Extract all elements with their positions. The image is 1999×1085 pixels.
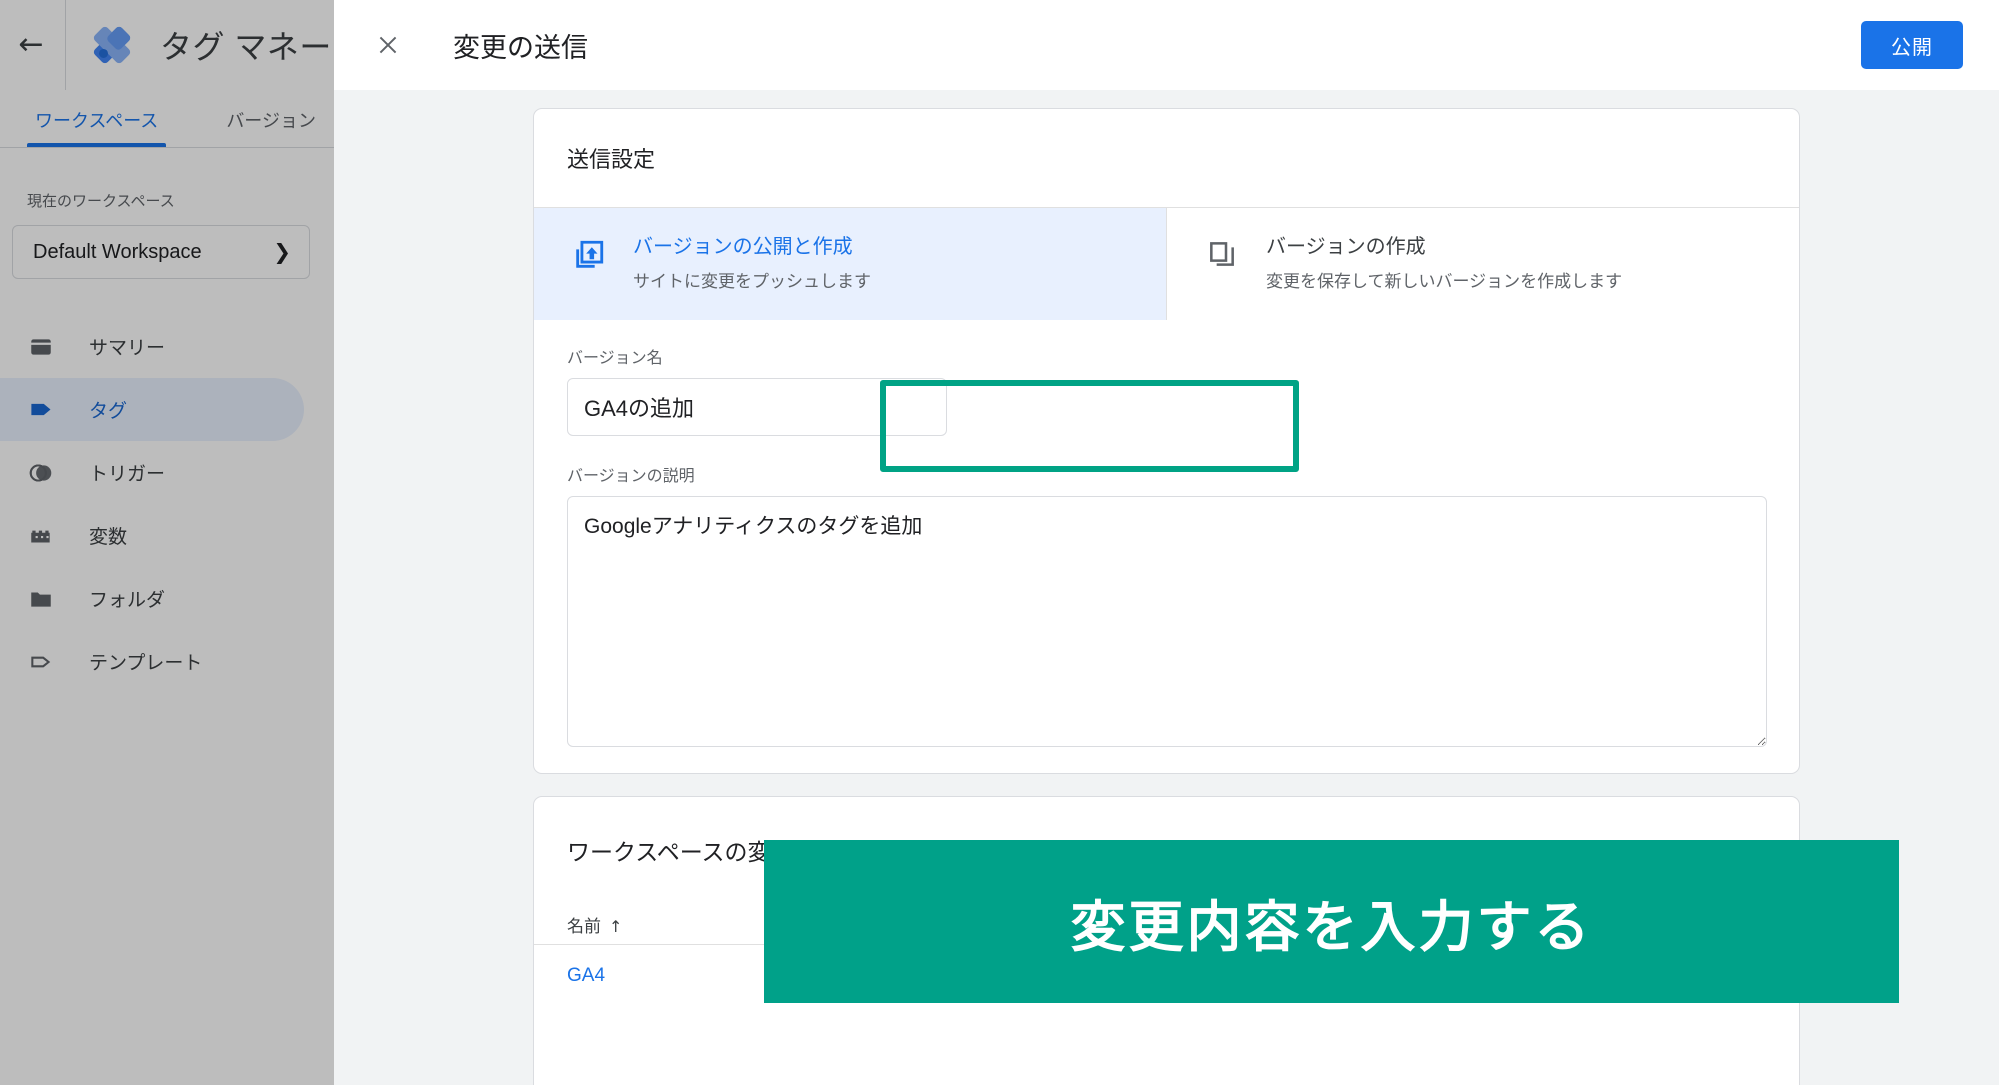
- sidebar-item-triggers-label: トリガー: [89, 464, 166, 485]
- dialog-title: 変更の送信: [453, 32, 588, 63]
- version-description-field-block: バージョンの説明: [534, 436, 1799, 752]
- sidebar-item-tags-label: タグ: [89, 401, 128, 422]
- tag-icon: [28, 395, 62, 425]
- option-publish-and-create-version[interactable]: バージョンの公開と作成 サイトに変更をプッシュします: [534, 208, 1166, 320]
- publish-icon: [567, 234, 611, 272]
- workspace-name: Default Workspace: [33, 240, 202, 263]
- current-workspace-label: 現在のワークスペース: [27, 193, 175, 210]
- option-create-text: バージョンの作成 変更を保存して新しいバージョンを作成します: [1266, 234, 1622, 292]
- sidebar-item-tags[interactable]: タグ: [0, 378, 304, 441]
- back-button[interactable]: ←: [7, 30, 55, 60]
- instruction-banner: 変更内容を入力する: [764, 840, 1899, 1003]
- option-publish-desc: サイトに変更をプッシュします: [633, 272, 871, 291]
- sort-ascending-icon: ↑: [609, 917, 623, 936]
- publish-button[interactable]: 公開: [1861, 21, 1963, 69]
- dialog-body: 送信設定 バージョンの公開と作成 サイトに変更をプッシュします バージョンの作成…: [334, 90, 1999, 1085]
- option-create-name: バージョンの作成: [1266, 236, 1426, 258]
- template-icon: [28, 647, 62, 677]
- version-name-input[interactable]: [567, 378, 947, 436]
- sidebar-item-variables-label: 変数: [89, 527, 128, 548]
- trigger-icon: [28, 458, 62, 488]
- variable-icon: [28, 521, 62, 551]
- sidebar-item-templates-label: テンプレート: [89, 653, 203, 674]
- instruction-banner-text: 変更内容を入力する: [1070, 894, 1593, 959]
- chevron-right-icon: ❯: [273, 240, 291, 264]
- version-description-textarea[interactable]: [567, 496, 1767, 747]
- back-arrow-icon: ←: [18, 27, 44, 62]
- submission-config-title: 送信設定: [567, 147, 656, 172]
- copy-icon: [1200, 234, 1244, 270]
- tab-workspace[interactable]: ワークスペース: [27, 107, 167, 147]
- tab-versions[interactable]: バージョン: [218, 107, 324, 147]
- version-description-label: バージョンの説明: [567, 468, 695, 485]
- version-name-field-block: バージョン名: [534, 320, 1799, 436]
- tab-versions-label: バージョン: [226, 111, 316, 131]
- tab-workspace-label: ワークスペース: [35, 111, 159, 131]
- sidebar-item-triggers[interactable]: トリガー: [0, 441, 304, 504]
- submission-option-group: バージョンの公開と作成 サイトに変更をプッシュします バージョンの作成 変更を保…: [534, 207, 1799, 320]
- sidebar-item-templates[interactable]: テンプレート: [0, 630, 304, 693]
- topbar-divider: [65, 0, 66, 90]
- summary-icon: [28, 332, 62, 362]
- option-create-desc: 変更を保存して新しいバージョンを作成します: [1266, 272, 1623, 291]
- sidebar: 現在のワークスペース Default Workspace ❯ サマリー タグ ト…: [0, 148, 340, 1085]
- dialog-header: 変更の送信 公開: [334, 0, 1999, 90]
- version-name-label: バージョン名: [567, 350, 663, 367]
- google-tag-manager-logo: [86, 19, 138, 71]
- screenshot-root: ← タグ マネージャー ワークスペース バージョン 現在のワークスペース Def…: [0, 0, 1999, 1085]
- sidebar-item-variables[interactable]: 変数: [0, 504, 304, 567]
- sidebar-item-summary[interactable]: サマリー: [0, 315, 304, 378]
- option-publish-name: バージョンの公開と作成: [633, 236, 853, 258]
- sidebar-item-folders[interactable]: フォルダ: [0, 567, 304, 630]
- workspace-selector[interactable]: Default Workspace ❯: [12, 225, 310, 279]
- close-button[interactable]: [368, 25, 408, 65]
- sidebar-nav: サマリー タグ トリガー 変数 フォルダ テンプレート: [0, 315, 340, 693]
- column-header-name-label: 名前: [567, 917, 601, 936]
- submit-changes-dialog: 変更の送信 公開 送信設定 バージョンの公開と作成 サイトに変更をプッシュします…: [334, 0, 1999, 1085]
- sidebar-item-summary-label: サマリー: [89, 338, 166, 359]
- option-create-version[interactable]: バージョンの作成 変更を保存して新しいバージョンを作成します: [1167, 208, 1799, 320]
- folder-icon: [28, 584, 62, 614]
- submission-config-card: 送信設定 バージョンの公開と作成 サイトに変更をプッシュします バージョンの作成…: [533, 108, 1800, 774]
- sidebar-item-folders-label: フォルダ: [89, 590, 166, 611]
- option-publish-text: バージョンの公開と作成 サイトに変更をプッシュします: [633, 234, 871, 292]
